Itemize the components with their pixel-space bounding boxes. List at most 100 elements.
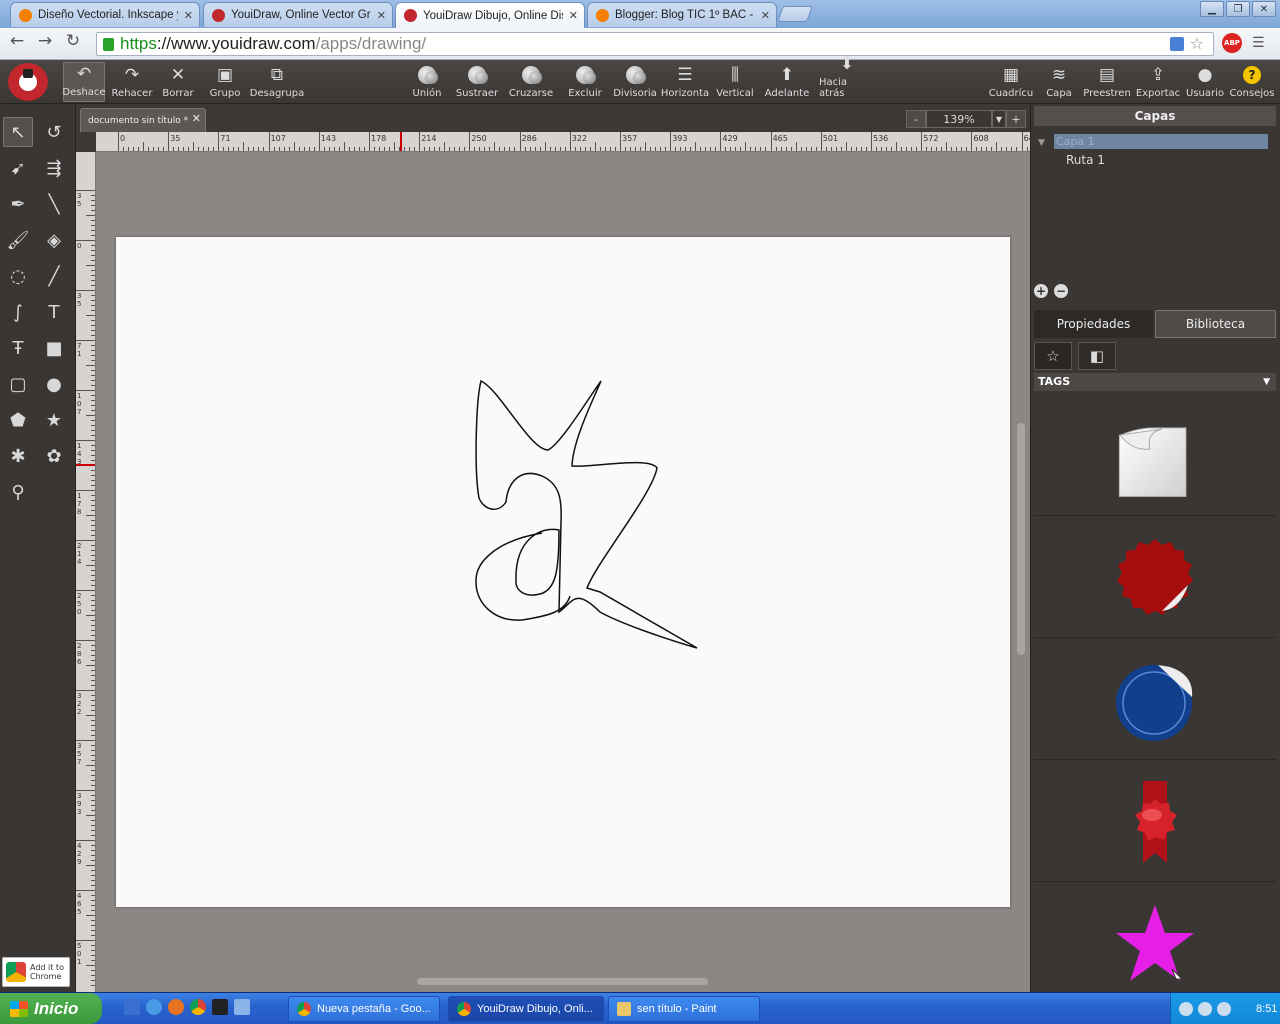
network-icon[interactable] bbox=[1179, 1001, 1193, 1016]
ruler-tick bbox=[76, 690, 95, 691]
remove-layer-icon[interactable]: − bbox=[1054, 284, 1068, 298]
task-youidraw[interactable]: YouiDraw Dibujo, Onli... bbox=[448, 996, 604, 1022]
text-tool[interactable]: T bbox=[39, 297, 69, 327]
firefox-icon[interactable] bbox=[168, 999, 184, 1015]
horizontal-scrollbar[interactable] bbox=[417, 978, 708, 985]
adblock-icon[interactable]: ABP bbox=[1222, 33, 1242, 53]
group-select-tool[interactable]: ⇶ bbox=[39, 153, 69, 183]
forward-icon[interactable]: → bbox=[34, 31, 56, 51]
delete-button[interactable]: ✕ Borrar bbox=[160, 62, 196, 102]
back-icon[interactable]: ← bbox=[6, 31, 28, 51]
zoom-dropdown-icon[interactable]: ▼ bbox=[992, 110, 1006, 128]
ellipse-outline-tool[interactable]: ◌ bbox=[3, 261, 33, 291]
add-layer-icon[interactable]: + bbox=[1034, 284, 1048, 298]
bookmark-star-icon[interactable]: ☆ bbox=[1190, 34, 1204, 53]
pencil-tool[interactable]: ╲ bbox=[39, 189, 69, 219]
minimize-icon[interactable]: ▁ bbox=[1200, 1, 1224, 17]
redo-button[interactable]: ↷ Rehacer bbox=[110, 62, 154, 102]
browser-tab[interactable]: YouiDraw, Online Vector Gra ✕ bbox=[203, 2, 393, 27]
layer-row[interactable]: Capa 1 bbox=[1054, 134, 1268, 149]
rounded-rect-tool[interactable]: ▢ bbox=[3, 369, 33, 399]
user-button[interactable]: ● Usuario bbox=[1186, 62, 1224, 102]
zoom-tool[interactable]: ⚲ bbox=[3, 477, 33, 507]
curve-tool[interactable]: ∫ bbox=[3, 297, 33, 327]
browser-tab[interactable]: Diseño Vectorial. Inkscape y ✕ bbox=[10, 2, 200, 27]
library-item-red-seal[interactable] bbox=[1034, 518, 1276, 638]
subtract-button[interactable]: Sustraer bbox=[455, 62, 499, 102]
library-item-magenta-star[interactable] bbox=[1034, 884, 1276, 1004]
symbol-tool[interactable]: ✿ bbox=[39, 441, 69, 471]
menu-icon[interactable]: ☰ bbox=[1252, 35, 1265, 51]
layer-button[interactable]: ≋ Capa bbox=[1042, 62, 1076, 102]
gear-shape-tool[interactable]: ✱ bbox=[3, 441, 33, 471]
zoom-out-button[interactable]: - bbox=[906, 110, 926, 128]
expand-icon[interactable]: ▼ bbox=[1038, 138, 1045, 148]
ungroup-button[interactable]: ⧉ Desagrupa bbox=[250, 62, 304, 102]
add-to-chrome-badge[interactable]: Add it to Chrome bbox=[2, 957, 70, 987]
polygon-tool[interactable]: ⬟ bbox=[3, 405, 33, 435]
reload-icon[interactable]: ↻ bbox=[62, 31, 84, 51]
security-icon[interactable] bbox=[1217, 1001, 1231, 1016]
pen-tool[interactable]: ✒ bbox=[3, 189, 33, 219]
direct-select-tool[interactable]: ➹ bbox=[3, 153, 33, 183]
star-tool[interactable]: ★ bbox=[39, 405, 69, 435]
chrome-icon[interactable] bbox=[190, 999, 206, 1015]
zoom-in-button[interactable]: + bbox=[1006, 110, 1026, 128]
preview-button[interactable]: ▤ Preestren bbox=[1083, 62, 1131, 102]
browser-tab-active[interactable]: YouiDraw Dibujo, Online Dise ✕ bbox=[395, 2, 585, 28]
path-row[interactable]: Ruta 1 bbox=[1066, 153, 1105, 167]
library-item-blue-seal[interactable] bbox=[1034, 640, 1276, 760]
library-item-red-ribbon[interactable] bbox=[1034, 762, 1276, 882]
divide-button[interactable]: Divisoria bbox=[613, 62, 657, 102]
grid-button[interactable]: ▦ Cuadrícu bbox=[989, 62, 1034, 102]
align-vertical-button[interactable]: ⫼ Vertical bbox=[716, 62, 754, 102]
textbox-tool[interactable]: Ŧ bbox=[3, 333, 33, 363]
tab-library[interactable]: Biblioteca bbox=[1155, 310, 1276, 338]
brush-tool[interactable]: 🖌 bbox=[3, 225, 33, 255]
tab-properties[interactable]: Propiedades bbox=[1034, 310, 1153, 338]
group-button[interactable]: ▣ Grupo bbox=[206, 62, 244, 102]
send-backward-button[interactable]: ⬇ Hacia atrás bbox=[819, 54, 875, 102]
eraser-tool[interactable]: ◈ bbox=[39, 225, 69, 255]
close-icon[interactable]: ✕ bbox=[377, 9, 386, 22]
undo-button[interactable]: ↶ Deshace bbox=[62, 62, 106, 102]
zoom-value[interactable]: 139% bbox=[926, 110, 992, 128]
drawing-page[interactable] bbox=[116, 237, 1010, 907]
geogebra-icon[interactable] bbox=[234, 999, 250, 1015]
volume-icon[interactable] bbox=[1198, 1001, 1212, 1016]
start-button[interactable]: Inicio bbox=[0, 993, 102, 1024]
close-icon[interactable]: ✕ bbox=[192, 112, 201, 125]
line-tool[interactable]: ╱ bbox=[39, 261, 69, 291]
shapes-icon[interactable]: ◧ bbox=[1078, 342, 1116, 370]
exclude-button[interactable]: Excluir bbox=[567, 62, 603, 102]
close-icon[interactable]: ✕ bbox=[761, 9, 770, 22]
document-tab[interactable]: documento sin título * ✕ bbox=[80, 108, 206, 132]
rectangle-tool[interactable]: ■ bbox=[39, 333, 69, 363]
union-button[interactable]: Unión bbox=[410, 62, 444, 102]
browser-tab[interactable]: Blogger: Blog TIC 1º BAC - E ✕ bbox=[587, 2, 777, 27]
circle-tool[interactable]: ● bbox=[39, 369, 69, 399]
bring-forward-button[interactable]: ⬆ Adelante bbox=[764, 62, 810, 102]
close-icon[interactable]: ✕ bbox=[569, 9, 578, 22]
select-tool[interactable]: ↖ bbox=[3, 117, 33, 147]
task-paint[interactable]: sen título - Paint bbox=[608, 996, 760, 1022]
tips-button[interactable]: ? Consejos bbox=[1230, 62, 1274, 102]
inkscape-icon[interactable] bbox=[212, 999, 228, 1015]
intersect-button[interactable]: Cruzarse bbox=[509, 62, 553, 102]
ie-icon[interactable] bbox=[146, 999, 162, 1015]
translate-icon[interactable] bbox=[1169, 36, 1184, 51]
close-window-icon[interactable]: ✕ bbox=[1252, 1, 1276, 17]
desktop-icon[interactable] bbox=[124, 999, 140, 1015]
address-bar[interactable]: https ://www.youidraw.com /apps/drawing/ bbox=[96, 32, 1214, 56]
library-item-curled-paper[interactable] bbox=[1034, 396, 1276, 516]
align-horizontal-button[interactable]: ☰ Horizonta bbox=[661, 62, 709, 102]
favorites-icon[interactable]: ☆ bbox=[1034, 342, 1072, 370]
tags-dropdown[interactable]: TAGS ▼ bbox=[1034, 373, 1276, 391]
task-new-tab[interactable]: Nueva pestaña - Goo... bbox=[288, 996, 440, 1022]
new-tab-button[interactable] bbox=[777, 6, 813, 22]
vertical-scrollbar[interactable] bbox=[1017, 423, 1025, 655]
export-button[interactable]: ⇪ Exportac bbox=[1136, 62, 1180, 102]
restore-icon[interactable]: ❐ bbox=[1226, 1, 1250, 17]
node-select-tool[interactable]: ↺ bbox=[39, 117, 69, 147]
close-icon[interactable]: ✕ bbox=[184, 9, 193, 22]
